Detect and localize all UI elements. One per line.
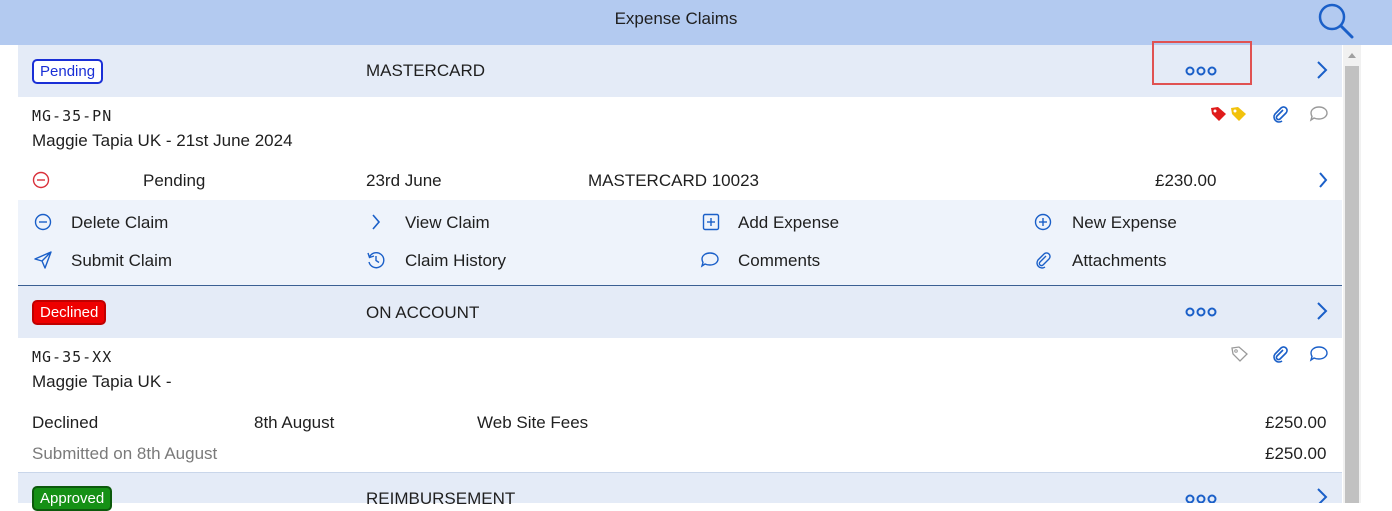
- comment-button[interactable]: [1309, 105, 1329, 123]
- chevron-right-icon: [1317, 488, 1328, 503]
- comment-icon: [700, 252, 719, 268]
- claim-history-label[interactable]: Claim History: [405, 251, 506, 271]
- more-icon: [1185, 494, 1217, 503]
- paperclip-icon: [1036, 252, 1051, 269]
- line-status: Declined: [32, 413, 99, 432]
- open-claim-button[interactable]: [1316, 60, 1328, 80]
- status-badge: Declined: [32, 300, 107, 325]
- line-status: Pending: [143, 171, 206, 190]
- line-amount: £230.00: [1155, 171, 1217, 190]
- chevron-right-icon: [1317, 302, 1328, 320]
- search-icon: [1318, 3, 1354, 39]
- open-claim-button[interactable]: [1316, 487, 1328, 503]
- page-title: Expense Claims: [614, 9, 738, 28]
- line-description: MASTERCARD 10023: [588, 171, 760, 190]
- more-icon: [1185, 307, 1217, 317]
- remove-line-button[interactable]: [32, 171, 50, 189]
- claims-list: Pending MASTERCARD MG-35-PN Maggie Tapia…: [18, 45, 1342, 511]
- comments-label[interactable]: Comments: [738, 251, 820, 271]
- claim-reference: MG-35-PN: [32, 107, 113, 125]
- open-claim-button[interactable]: [1316, 301, 1328, 321]
- add-expense-label[interactable]: Add Expense: [738, 213, 839, 233]
- chevron-right-icon: [1317, 61, 1328, 79]
- tag-icon: [1231, 346, 1248, 362]
- delete-claim-label[interactable]: Delete Claim: [71, 213, 168, 233]
- new-expense-button[interactable]: [1034, 213, 1052, 231]
- new-expense-label[interactable]: New Expense: [1072, 213, 1177, 233]
- plus-circle-icon: [1034, 213, 1052, 231]
- claim-header-row[interactable]: [18, 473, 1342, 503]
- attachment-button[interactable]: [1271, 345, 1289, 363]
- claim-type: MASTERCARD: [366, 61, 486, 80]
- history-icon: [367, 252, 385, 269]
- search-button[interactable]: [1316, 1, 1356, 39]
- claim-type: ON ACCOUNT: [366, 303, 480, 322]
- view-claim-button[interactable]: [371, 213, 381, 231]
- comment-icon: [1309, 106, 1328, 122]
- line-amount: £250.00: [1265, 413, 1327, 432]
- scrollbar-thumb[interactable]: [1345, 66, 1359, 503]
- attachments-label[interactable]: Attachments: [1072, 251, 1167, 271]
- yellow-tag-icon[interactable]: [1230, 106, 1248, 122]
- submit-claim-label[interactable]: Submit Claim: [71, 251, 172, 271]
- attachments-button[interactable]: [1034, 251, 1052, 269]
- minus-circle-icon: [34, 213, 52, 231]
- claim-title: Maggie Tapia UK -: [32, 372, 172, 391]
- line-date: 23rd June: [366, 171, 442, 190]
- status-badge: Approved: [32, 486, 113, 511]
- claim-header-row[interactable]: [18, 286, 1342, 338]
- paperclip-icon: [1273, 106, 1288, 123]
- claim-type: REIMBURSEMENT: [366, 489, 516, 508]
- minus-circle-icon: [32, 171, 50, 189]
- claim-header-row[interactable]: [18, 45, 1342, 97]
- more-options-button[interactable]: [1185, 306, 1217, 318]
- chevron-right-icon: [372, 214, 381, 230]
- more-options-button[interactable]: [1185, 493, 1217, 503]
- submit-claim-button[interactable]: [34, 251, 52, 269]
- scroll-up-button[interactable]: [1343, 48, 1361, 62]
- comment-button[interactable]: [1309, 345, 1329, 363]
- add-expense-button[interactable]: [702, 213, 720, 231]
- comment-icon: [1309, 346, 1328, 362]
- delete-claim-button[interactable]: [34, 213, 52, 231]
- tag-button[interactable]: [1231, 346, 1249, 362]
- caret-up-icon: [1348, 53, 1356, 58]
- open-line-button[interactable]: [1318, 171, 1328, 189]
- plus-square-icon: [702, 213, 720, 231]
- send-icon: [34, 251, 52, 269]
- claim-history-button[interactable]: [366, 250, 386, 270]
- comments-button[interactable]: [700, 251, 720, 269]
- attachment-button[interactable]: [1271, 105, 1289, 123]
- view-claim-label[interactable]: View Claim: [405, 213, 490, 233]
- claim-title: Maggie Tapia UK - 21st June 2024: [32, 131, 293, 150]
- submitted-date: Submitted on 8th August: [32, 444, 218, 463]
- claim-total: £250.00: [1265, 444, 1327, 463]
- highlight-box: [1152, 41, 1252, 85]
- line-date: 8th August: [254, 413, 335, 432]
- line-description: Web Site Fees: [477, 413, 589, 432]
- paperclip-icon: [1273, 346, 1288, 363]
- chevron-right-icon: [1319, 172, 1328, 188]
- status-badge: Pending: [32, 59, 104, 84]
- claim-reference: MG-35-XX: [32, 348, 113, 366]
- red-tag-icon[interactable]: [1210, 106, 1228, 122]
